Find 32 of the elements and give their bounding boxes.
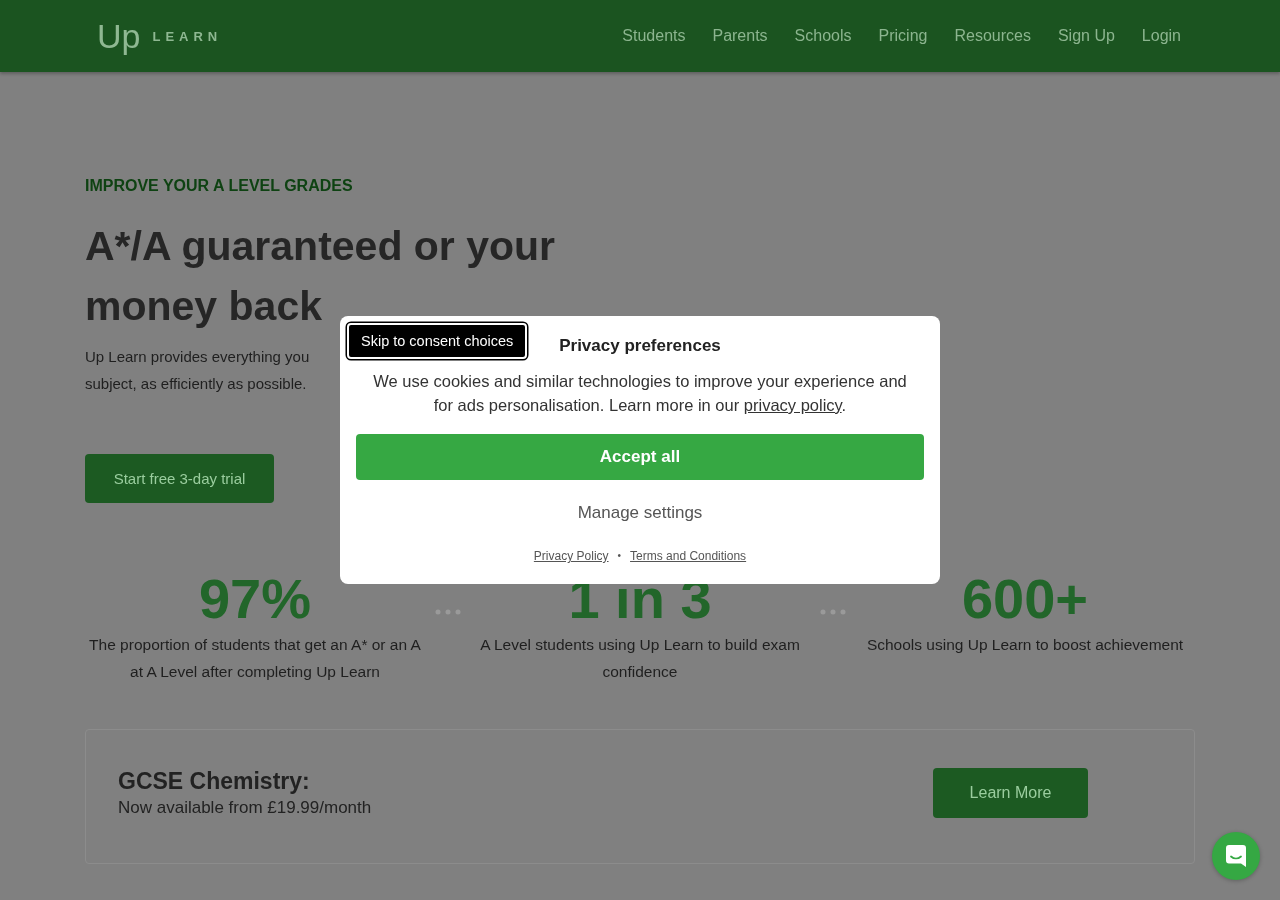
nav-link[interactable]: Parents [712,25,768,47]
dialog-title: Privacy preferences [559,336,721,356]
footer-link[interactable]: Terms and Conditions [630,547,747,565]
nav-link[interactable]: Sign Up [1057,25,1115,47]
stat-value: 97% [198,569,312,629]
stat-caption: The proportion of students that get an A* or an A at A Level after completing Up Learn [88,635,422,682]
dialog-message: We use cookies and similar technologies to improve your experience and for ads personalisation. Learn more in our privacy policy. [372,371,908,416]
start-trial-button[interactable]: Start free 3-day trial [85,454,274,503]
chat-icon [1225,844,1247,868]
footer-link[interactable]: Privacy Policy [533,547,609,565]
dots-icon [819,609,846,615]
stat-value: 600+ [961,569,1089,629]
stat-caption: A Level students using Up Learn to build exam confidence [479,635,801,682]
nav-link[interactable]: Login [1141,25,1181,47]
nav-link[interactable]: Resources [954,25,1031,47]
eyebrow-text: IMPROVE YOUR A LEVEL GRADES [85,176,353,196]
stat-caption: Schools using Up Learn to boost achievement [866,635,1184,655]
nav-link[interactable]: Schools [794,25,852,47]
accept-all-button[interactable]: Accept all [356,434,924,480]
promo-title: GCSE Chemistry: [118,766,311,796]
manage-settings-button[interactable]: Manage settings [577,501,703,525]
logo-link[interactable]: Up LEARN [97,16,223,56]
skip-link[interactable]: Skip to consent choices [347,323,528,359]
hero-description: Up Learn provides everything you subject, as efficiently as possible. [85,347,310,394]
privacy-policy-link[interactable]: privacy policy [743,396,842,414]
promo-subtitle: Now available from £19.99/month [118,796,372,819]
dots-icon [434,609,461,615]
learn-more-button[interactable]: Learn More [933,767,1088,818]
chat-button[interactable] [1212,832,1260,880]
nav-link[interactable]: Students [622,25,686,47]
nav-link[interactable]: Pricing [878,25,928,47]
separator-text: • [617,549,622,563]
